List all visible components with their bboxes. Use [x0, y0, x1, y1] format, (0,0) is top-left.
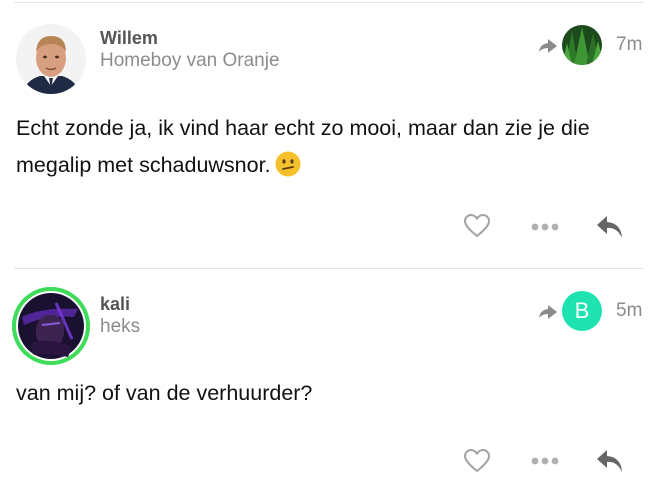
post-body: Echt zonde ja, ik vind haar echt zo mooi… — [16, 110, 646, 184]
reply-icon[interactable] — [596, 214, 624, 240]
author-subtitle: heks — [100, 316, 141, 337]
post-time[interactable]: 7m — [616, 34, 642, 56]
reply-icon[interactable] — [596, 448, 624, 474]
author-name[interactable]: kali — [100, 294, 130, 315]
reply-to-avatar[interactable] — [562, 25, 602, 65]
share-arrow-icon[interactable] — [536, 300, 560, 324]
ellipsis-icon[interactable] — [531, 222, 559, 232]
author-avatar[interactable] — [12, 287, 90, 365]
heart-icon[interactable] — [463, 448, 491, 474]
post-time[interactable]: 5m — [616, 300, 642, 322]
confused-face-emoji — [275, 151, 301, 177]
post-text: van mij? of van de verhuurder? — [16, 381, 313, 405]
post-willem: Willem Homeboy van Oranje 7m Echt zonde … — [0, 0, 659, 268]
heart-icon[interactable] — [463, 213, 491, 239]
share-arrow-icon[interactable] — [536, 34, 560, 58]
post-kali: kali heks B 5m van mij? of van de verhuu… — [0, 268, 659, 500]
ellipsis-icon[interactable] — [531, 456, 559, 466]
post-text: Echt zonde ja, ik vind haar echt zo mooi… — [16, 116, 590, 177]
topic-thread: Willem Homeboy van Oranje 7m Echt zonde … — [0, 0, 659, 500]
author-avatar[interactable] — [16, 24, 86, 94]
author-subtitle: Homeboy van Oranje — [100, 50, 280, 71]
reply-to-avatar[interactable]: B — [562, 291, 602, 331]
author-name[interactable]: Willem — [100, 28, 158, 49]
post-body: van mij? of van de verhuurder? — [16, 375, 646, 412]
